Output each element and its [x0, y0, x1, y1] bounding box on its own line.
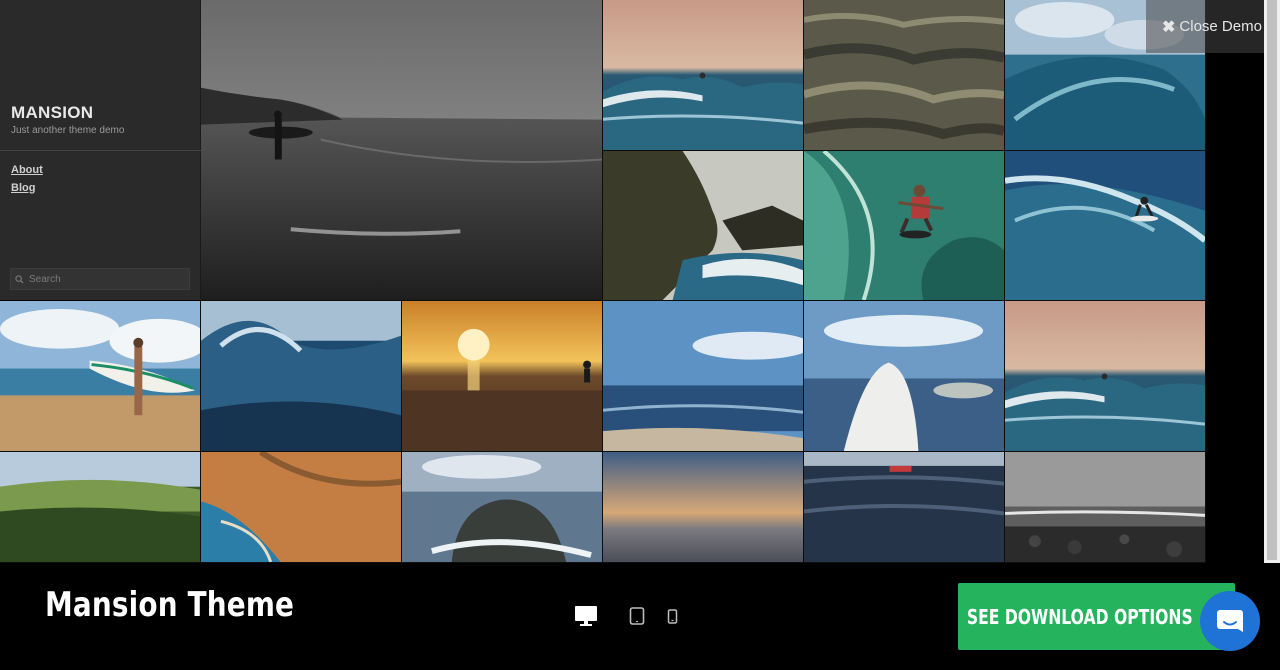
close-icon: ✖ — [1162, 18, 1176, 36]
site-tagline: Just another theme demo — [11, 125, 125, 136]
photo-tile[interactable] — [1005, 151, 1206, 301]
search-box[interactable] — [10, 268, 190, 290]
theme-name: Mansion Theme — [45, 585, 295, 625]
chat-launcher-button[interactable] — [1200, 591, 1260, 651]
photo-tile[interactable] — [603, 301, 804, 452]
vertical-scrollbar[interactable] — [1264, 0, 1280, 563]
nav-link-about[interactable]: About — [11, 164, 43, 176]
nav-link-blog[interactable]: Blog — [11, 182, 35, 194]
theme-demo-preview: MANSION Just another theme demo About Bl… — [0, 0, 1264, 563]
scrollbar-thumb[interactable] — [1267, 0, 1277, 560]
chat-icon — [1217, 610, 1243, 632]
photo-tile[interactable] — [1005, 301, 1206, 452]
photo-tile[interactable] — [804, 301, 1005, 452]
close-demo-button[interactable]: ✖ Close Demo — [1146, 0, 1264, 53]
tablet-icon[interactable] — [629, 607, 645, 630]
photo-tile[interactable] — [603, 0, 804, 151]
phone-icon[interactable] — [667, 609, 678, 629]
photo-tile[interactable] — [402, 452, 603, 563]
photo-tile[interactable] — [804, 151, 1005, 301]
photo-tile[interactable] — [201, 452, 402, 563]
search-icon — [15, 274, 24, 284]
site-title[interactable]: MANSION — [11, 103, 93, 123]
photo-tile[interactable] — [603, 452, 804, 563]
see-download-options-button[interactable]: SEE DOWNLOAD OPTIONS — [958, 583, 1235, 650]
photo-tile[interactable] — [0, 452, 201, 563]
photo-tile[interactable] — [1005, 452, 1206, 563]
photo-tile[interactable] — [804, 0, 1005, 151]
photo-tile[interactable] — [402, 301, 603, 452]
download-button-label: SEE DOWNLOAD OPTIONS — [966, 604, 1193, 629]
site-sidebar: MANSION Just another theme demo About Bl… — [0, 0, 201, 300]
photo-tile[interactable] — [804, 452, 1005, 563]
sidebar-divider — [0, 150, 201, 151]
photo-tile[interactable] — [0, 301, 201, 452]
close-demo-label: Close Demo — [1179, 18, 1262, 35]
photo-tile[interactable] — [603, 151, 804, 301]
desktop-icon[interactable] — [574, 605, 598, 632]
photo-tile[interactable] — [201, 301, 402, 452]
photo-tile[interactable] — [201, 0, 603, 301]
search-input[interactable] — [27, 272, 181, 286]
demo-bottom-bar: Mansion Theme SEE DOWNLOAD OPTIONS — [0, 563, 1280, 670]
